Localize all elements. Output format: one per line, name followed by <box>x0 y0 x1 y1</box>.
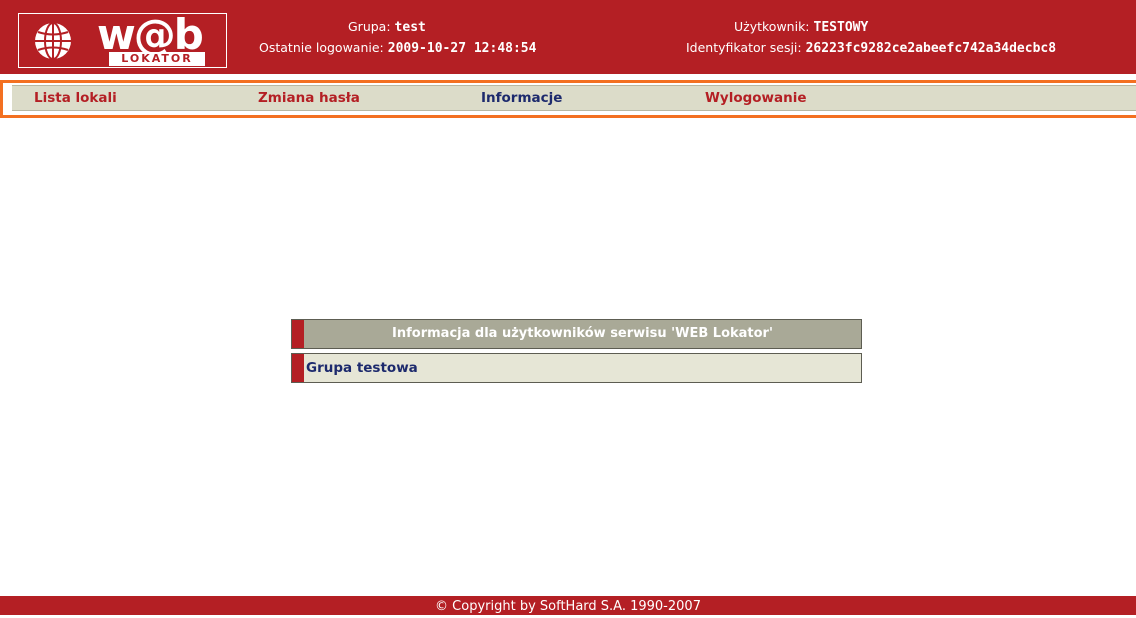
header-bar: w@b LOKATOR Grupa: test Ostatnie logowan… <box>0 0 1136 74</box>
footer-copyright: © Copyright by SoftHard S.A. 1990-2007 <box>0 596 1136 615</box>
group-line: Grupa: test <box>348 19 426 36</box>
navigation-bar: Lista lokali Zmiana hasła Informacje Wyl… <box>12 85 1136 111</box>
nav-zmiana-hasla[interactable]: Zmiana hasła <box>258 87 360 109</box>
info-body-accent <box>292 354 304 382</box>
user-value: TESTOWY <box>813 20 869 35</box>
globe-icon <box>35 22 71 60</box>
group-value: test <box>394 20 426 35</box>
last-login-value: 2009-10-27 12:48:54 <box>387 41 537 56</box>
last-login-label: Ostatnie logowanie: <box>259 40 384 55</box>
info-title-accent <box>292 320 304 348</box>
web-lokator-logo: w@b LOKATOR <box>18 10 227 68</box>
info-body-box: Grupa testowa <box>291 353 862 383</box>
info-title: Informacja dla użytkowników serwisu 'WEB… <box>392 326 773 341</box>
session-line: Identyfikator sesji: 26223fc9282ce2abeef… <box>686 40 1056 57</box>
session-value: 26223fc9282ce2abeefc742a34decbc8 <box>805 41 1057 56</box>
user-label: Użytkownik: <box>734 19 810 34</box>
info-body-text: Grupa testowa <box>306 360 418 376</box>
nav-informacje[interactable]: Informacje <box>481 87 562 109</box>
last-login-line: Ostatnie logowanie: 2009-10-27 12:48:54 <box>259 40 536 57</box>
info-title-box: Informacja dla użytkowników serwisu 'WEB… <box>291 319 862 349</box>
user-line: Użytkownik: TESTOWY <box>734 19 868 36</box>
logo-subtitle: LOKATOR <box>109 52 205 66</box>
nav-wylogowanie[interactable]: Wylogowanie <box>705 87 807 109</box>
main-navigation: Lista lokali Zmiana hasła Informacje Wyl… <box>0 80 1136 118</box>
group-label: Grupa: <box>348 19 391 34</box>
nav-lista-lokali[interactable]: Lista lokali <box>34 87 117 109</box>
session-label: Identyfikator sesji: <box>686 40 802 55</box>
